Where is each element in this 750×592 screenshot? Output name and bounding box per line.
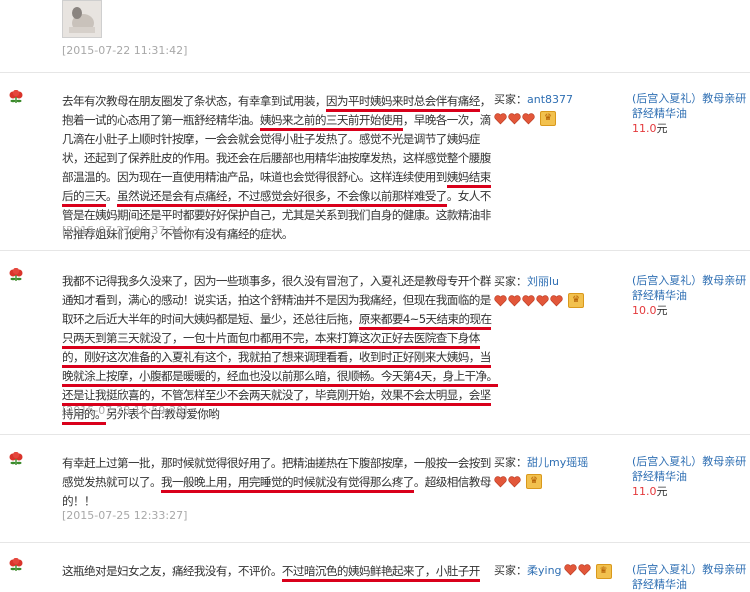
product-link[interactable]: (后宫入夏礼）教母亲研舒经精华油: [632, 91, 750, 121]
buyer-info: 买家：ant8377 ♛: [494, 91, 614, 126]
heart-level-icon: [577, 563, 591, 579]
product-price: 10.0元: [632, 304, 668, 317]
divider: [0, 250, 750, 251]
buyer-level-badges: ♛: [494, 111, 614, 126]
review-content: 我都不记得我多久没来了，因为一些琐事多，很久没有冒泡了，入夏礼还是教母专开个群通…: [62, 272, 500, 425]
rose-flower-icon: [9, 452, 23, 465]
buyer-name-link[interactable]: ant8377: [527, 93, 573, 106]
buyer-name-link[interactable]: 刘丽lu: [527, 275, 559, 288]
highlighted-text: 因为平时姨妈来时总会伴有痛经: [325, 94, 480, 112]
review-text: 。: [105, 189, 118, 203]
rose-flower-icon: [9, 90, 23, 103]
review-content: 有幸赶上过第一批，那时候就觉得很好用了。把精油搓热在下腹部按摩，一般按一会按到感…: [62, 454, 500, 511]
highlighted-text: 我一般晚上用，用完睡觉的时候就没有觉得那么疼了: [160, 475, 414, 493]
buyer-info: 买家：柔ying ♛: [494, 562, 614, 579]
buyer-name-link[interactable]: 柔ying: [527, 564, 562, 577]
product-info: (后宫入夏礼）教母亲研舒经精华油 11.0元: [632, 454, 750, 499]
buyer-level-badges: ♛: [494, 293, 614, 308]
buyer-label: 买家：: [494, 564, 527, 577]
buyer-label: 买家：: [494, 456, 527, 469]
heart-level-icon: [550, 294, 563, 307]
highlighted-text: 姨妈来之前的三天前开始使用: [259, 113, 403, 131]
product-link[interactable]: (后宫入夏礼）教母亲研舒经精华油: [632, 562, 750, 592]
vip-badge-icon: ♛: [568, 293, 584, 308]
heart-level-icon: [508, 112, 521, 125]
buyer-level-badges: ♛: [494, 474, 614, 489]
review-text: 这瓶绝对是妇女之友，痛经我没有，不评价。: [62, 564, 282, 578]
heart-level-icon: [508, 294, 521, 307]
review-date: [2015-07-25 12:33:27]: [62, 509, 188, 522]
review-content: 这瓶绝对是妇女之友，痛经我没有，不评价。不过暗沉色的姨妈鲜艳起来了，小肚子开: [62, 562, 500, 582]
buyer-info: 买家：刘丽lu ♛: [494, 273, 614, 308]
divider: [0, 434, 750, 435]
heart-level-icon: [563, 563, 577, 579]
product-link[interactable]: (后宫入夏礼）教母亲研舒经精华油: [632, 273, 750, 303]
vip-badge-icon: ♛: [540, 111, 556, 126]
vip-badge-icon: ♛: [526, 474, 542, 489]
highlighted-text: 虽然说还是会有点痛经，不过感觉会好很多，不会像以前那样难受了: [116, 189, 447, 207]
heart-level-icon: [536, 294, 549, 307]
review-date: [2015-07-28 15:59:30]: [62, 404, 188, 417]
buyer-info: 买家：甜儿my瑶瑶 ♛: [494, 454, 614, 489]
review-content: 去年有次教母在朋友圈发了条状态，有幸拿到试用装，因为平时姨妈来时总会伴有痛经，抱…: [62, 92, 500, 244]
heart-level-icon: [522, 294, 535, 307]
highlighted-text: 不过暗沉色的姨妈鲜艳起来了，小肚子开: [281, 564, 480, 582]
product-info: (后宫入夏礼）教母亲研舒经精华油 11.0元: [632, 91, 750, 136]
review-date: [2015-07-27 09:37:34]: [62, 224, 188, 237]
vip-badge-icon: ♛: [595, 563, 612, 579]
product-price: 11.0元: [632, 485, 668, 498]
heart-level-icon: [494, 294, 507, 307]
heart-level-icon: [522, 112, 535, 125]
divider: [0, 542, 750, 543]
buyer-name-link[interactable]: 甜儿my瑶瑶: [527, 456, 588, 469]
rose-flower-icon: [9, 268, 23, 281]
review-text: 去年有次教母在朋友圈发了条状态，有幸拿到试用装，: [62, 94, 326, 108]
rose-flower-icon: [9, 558, 23, 571]
buyer-label: 买家：: [494, 275, 527, 288]
heart-level-icon: [508, 475, 521, 488]
heart-level-icon: [494, 475, 507, 488]
buyer-level-badges: ♛: [563, 563, 612, 579]
product-info: (后宫入夏礼）教母亲研舒经精华油 10.0元: [632, 273, 750, 318]
product-price: 11.0元: [632, 122, 668, 135]
heart-level-icon: [494, 112, 507, 125]
divider: [0, 72, 750, 73]
product-info: (后宫入夏礼）教母亲研舒经精华油: [632, 562, 750, 592]
review-photo-thumbnail[interactable]: [62, 0, 102, 38]
review-date: [2015-07-22 11:31:42]: [62, 44, 188, 57]
product-link[interactable]: (后宫入夏礼）教母亲研舒经精华油: [632, 454, 750, 484]
buyer-label: 买家：: [494, 93, 527, 106]
